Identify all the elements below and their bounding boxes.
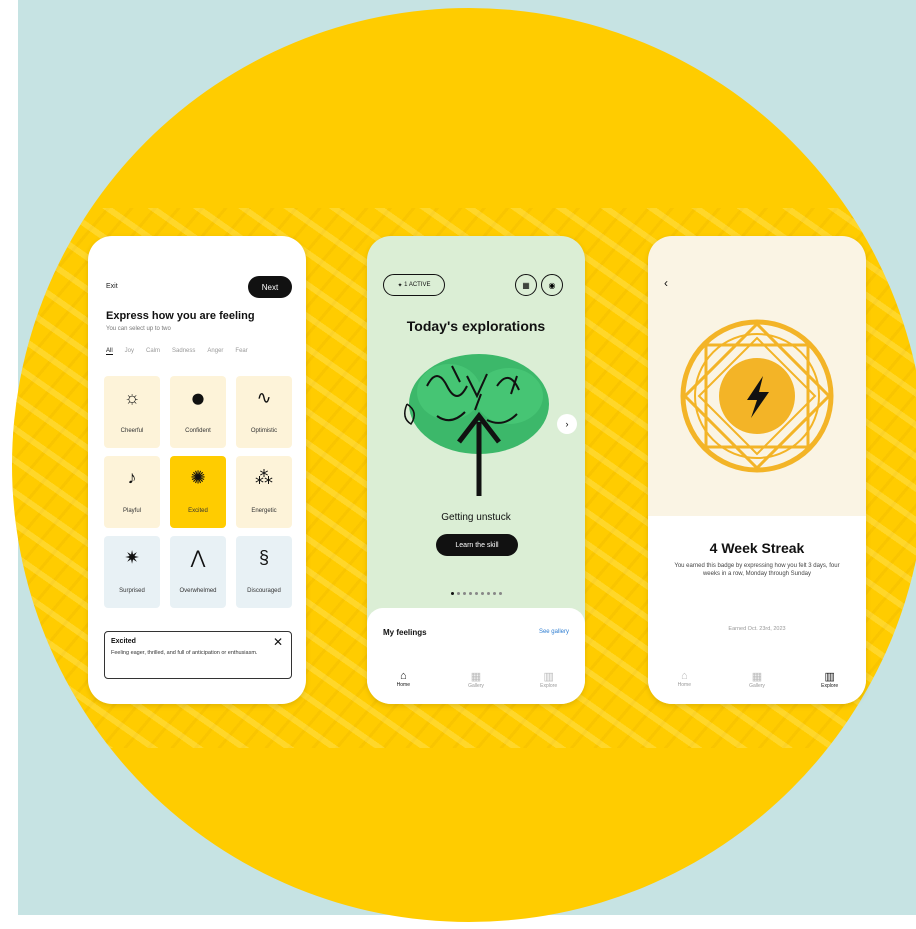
see-gallery-link[interactable]: See gallery — [539, 629, 569, 635]
emotion-tooltip: Excited Feeling eager, thrilled, and ful… — [104, 631, 292, 679]
page-title: Today's explorations — [406, 318, 546, 334]
excited-icon: ✺ — [190, 467, 206, 488]
earned-date: Earned Oct. 23rd, 2023 — [728, 626, 786, 632]
emotion-label: Energetic — [251, 508, 277, 514]
emotion-card-overwhelmed[interactable]: ⋀ Overwhelmed — [170, 536, 226, 608]
badge-details: 4 Week Streak You earned this badge by e… — [648, 516, 866, 704]
carousel-dot[interactable] — [481, 592, 484, 595]
home-icon: ⌂ — [681, 670, 688, 682]
bottom-nav: ⌂ Home ▦ Gallery ▥ Explore — [367, 654, 585, 704]
overwhelmed-icon: ⋀ — [190, 547, 206, 568]
emotion-card-cheerful[interactable]: ☼ Cheerful — [104, 376, 160, 448]
exit-button[interactable]: Exit — [106, 283, 118, 290]
page-subtitle: You can select up to two — [106, 326, 171, 332]
emotion-label: Overwhelmed — [179, 588, 217, 594]
nav-label: Home — [677, 682, 691, 688]
phone-feelings-screen: Exit Next Express how you are feeling Yo… — [88, 236, 306, 704]
energetic-icon: ⁂ — [255, 467, 273, 488]
carousel-dot[interactable] — [469, 592, 472, 595]
phone-explorations-screen: ✦ 1 ACTIVE ▦ ◉ Today's explorations › Ge… — [367, 236, 585, 704]
emotion-card-optimistic[interactable]: ∿ Optimistic — [236, 376, 292, 448]
active-label: 1 ACTIVE — [404, 282, 431, 288]
back-icon[interactable]: ‹ — [664, 276, 668, 290]
emotion-card-surprised[interactable]: ✷ Surprised — [104, 536, 160, 608]
playful-icon: ♪ — [127, 467, 137, 488]
tooltip-title: Excited — [111, 638, 136, 645]
explore-icon: ▥ — [543, 670, 554, 683]
nav-label: Explore — [540, 682, 558, 689]
emotion-label: Cheerful — [120, 428, 144, 434]
optimistic-icon: ∿ — [256, 387, 272, 408]
carousel-dot[interactable] — [493, 592, 496, 595]
nav-label: Home — [396, 682, 410, 688]
badge-title: 4 Week Streak — [709, 540, 805, 556]
feelings-sheet: My feelings See gallery ⌂ Home ▦ Gallery… — [367, 608, 585, 704]
tab-calm[interactable]: Calm — [146, 348, 160, 355]
page-title: Express how you are feeling — [106, 310, 255, 322]
nav-gallery[interactable]: ▦ Gallery — [446, 670, 506, 689]
nav-explore[interactable]: ▥ Explore — [519, 670, 579, 689]
calendar-icon[interactable]: ▦ — [515, 274, 537, 296]
carousel-dot[interactable] — [475, 592, 478, 595]
nav-label: Gallery — [749, 682, 765, 689]
bottom-nav: ⌂ Home ▦ Gallery ▥ Explore — [648, 654, 866, 704]
tab-joy[interactable]: Joy — [125, 348, 134, 355]
tab-sadness[interactable]: Sadness — [172, 348, 195, 355]
nav-label: Gallery — [468, 682, 484, 689]
cheerful-icon: ☼ — [123, 387, 141, 408]
emotion-card-discouraged[interactable]: § Discouraged — [236, 536, 292, 608]
home-icon: ⌂ — [400, 670, 407, 682]
emotion-label: Playful — [122, 508, 141, 514]
chevron-right-icon[interactable]: › — [557, 414, 577, 434]
explore-icon: ▥ — [824, 670, 835, 683]
close-icon[interactable]: ✕ — [273, 635, 283, 649]
tab-all[interactable]: All — [106, 348, 113, 355]
surprised-icon: ✷ — [124, 547, 140, 568]
nav-label: Explore — [821, 682, 839, 689]
gallery-icon: ▦ — [470, 670, 482, 683]
carousel-dot[interactable] — [457, 592, 460, 595]
carousel-dot[interactable] — [487, 592, 490, 595]
badge-description: You earned this badge by expressing how … — [674, 563, 840, 577]
emotion-card-energetic[interactable]: ⁂ Energetic — [236, 456, 292, 528]
emotion-card-confident[interactable]: ● Confident — [170, 376, 226, 448]
tooltip-description: Feeling eager, thrilled, and full of ant… — [111, 650, 258, 656]
confident-icon: ● — [190, 382, 206, 413]
emotion-label: Surprised — [119, 588, 145, 594]
next-button[interactable]: Next — [248, 276, 292, 298]
bulb-icon: ✦ — [397, 282, 405, 289]
carousel-dot[interactable] — [451, 592, 454, 595]
feelings-title: My feelings — [383, 628, 427, 637]
nav-home[interactable]: ⌂ Home — [654, 670, 714, 688]
carousel-dot[interactable] — [499, 592, 502, 595]
exploration-title: Getting unstuck — [441, 512, 511, 523]
emotion-tabs: All Joy Calm Sadness Anger Fear — [106, 348, 248, 355]
gallery-icon: ▦ — [751, 670, 763, 683]
emotion-label: Confident — [185, 428, 211, 434]
emotion-grid: ☼ Cheerful ● Confident ∿ Optimistic ♪ Pl… — [104, 376, 292, 608]
nav-home[interactable]: ⌂ Home — [373, 670, 433, 688]
badge-medallion — [680, 319, 834, 473]
emotion-card-excited[interactable]: ✺ Excited — [170, 456, 226, 528]
nav-gallery[interactable]: ▦ Gallery — [727, 670, 787, 689]
discouraged-icon: § — [258, 547, 270, 568]
active-pill[interactable]: ✦ 1 ACTIVE — [383, 274, 445, 296]
profile-icon[interactable]: ◉ — [541, 274, 563, 296]
emotion-label: Optimistic — [250, 428, 278, 434]
nav-explore[interactable]: ▥ Explore — [800, 670, 860, 689]
learn-skill-button[interactable]: Learn the skill — [436, 534, 518, 556]
emotion-card-playful[interactable]: ♪ Playful — [104, 456, 160, 528]
emotion-label: Excited — [188, 508, 208, 514]
carousel-dots — [451, 592, 502, 595]
emotion-label: Discouraged — [247, 588, 281, 594]
phone-badge-screen: ‹ 4 Week Streak You earned this badge by… — [648, 236, 866, 704]
carousel-dot[interactable] — [463, 592, 466, 595]
tree-illustration — [404, 354, 549, 496]
tab-fear[interactable]: Fear — [235, 348, 247, 355]
tab-anger[interactable]: Anger — [207, 348, 223, 355]
